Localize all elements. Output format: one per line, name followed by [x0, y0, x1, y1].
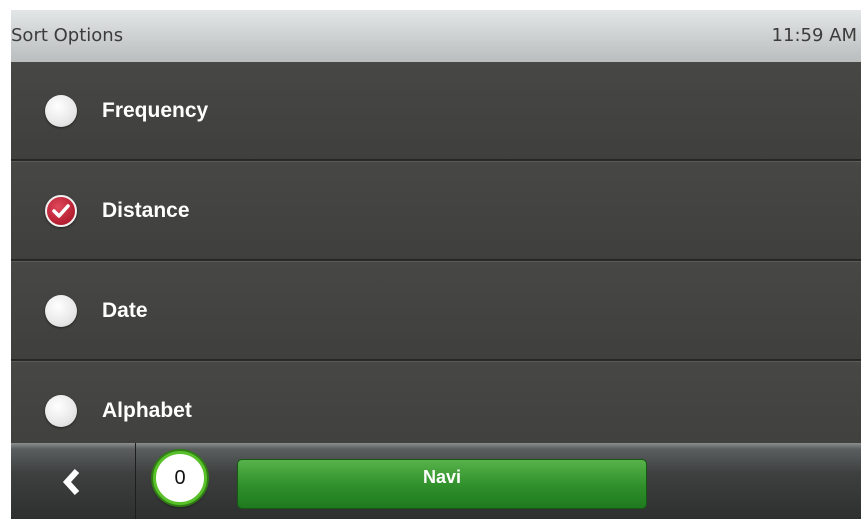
chevron-left-icon — [62, 469, 80, 495]
option-label: Date — [102, 299, 148, 322]
checkmark-icon — [52, 204, 70, 218]
option-label: Frequency — [102, 99, 209, 122]
back-button[interactable] — [11, 443, 136, 519]
option-distance[interactable]: Distance — [11, 161, 861, 261]
clock: 11:59 AM — [771, 25, 857, 46]
navi-button[interactable]: Navi — [237, 459, 647, 509]
option-date[interactable]: Date — [11, 261, 861, 361]
bottom-bar: 0 Navi — [11, 443, 861, 519]
sort-options-list: Frequency Distance Date Alphabet — [11, 62, 861, 461]
radio-unchecked-icon[interactable] — [45, 395, 77, 427]
count-badge[interactable]: 0 — [153, 451, 207, 505]
radio-unchecked-icon[interactable] — [45, 295, 77, 327]
option-frequency[interactable]: Frequency — [11, 62, 861, 161]
option-label: Distance — [102, 199, 190, 222]
radio-checked-icon[interactable] — [45, 195, 77, 227]
title-bar: Sort Options 11:59 AM — [11, 10, 861, 62]
radio-unchecked-icon[interactable] — [45, 95, 77, 127]
page-title: Sort Options — [11, 25, 124, 46]
screen: Sort Options 11:59 AM Frequency Distance… — [11, 10, 861, 519]
